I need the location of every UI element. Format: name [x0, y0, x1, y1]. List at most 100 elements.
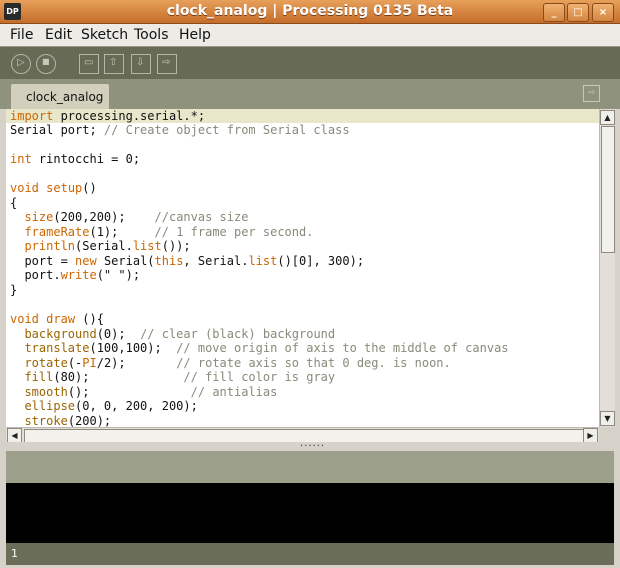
code-token: void: [10, 181, 39, 195]
open-icon: ⇧: [109, 57, 118, 68]
new-button[interactable]: ▭: [79, 54, 99, 74]
save-button[interactable]: ⇩: [131, 54, 151, 74]
code-comment: //canvas size: [154, 210, 249, 224]
scroll-right-arrow-icon[interactable]: ▶: [583, 428, 598, 443]
code-token: (-: [67, 356, 83, 370]
stop-button[interactable]: ■: [36, 54, 56, 74]
code-line-17: translate(100,100); // move origin of ax…: [10, 341, 509, 355]
run-button[interactable]: ▷: [11, 54, 31, 74]
tab-menu-arrow-icon[interactable]: ⇨: [583, 85, 600, 102]
processing-window: DP clock_analog | Processing 0135 Beta _…: [0, 0, 620, 568]
tab-strip: clock_analog ⇨: [0, 79, 620, 109]
code-line-18: rotate(-PI/2); // rotate axis so that 0 …: [10, 356, 450, 370]
code-token: ellipse: [24, 399, 76, 413]
code-token: , Serial.: [183, 254, 249, 268]
new-file-icon: ▭: [84, 57, 94, 68]
code-token: port.: [10, 268, 61, 282]
code-token: write: [60, 268, 97, 282]
console-output[interactable]: [6, 483, 614, 543]
stop-icon: ■: [42, 57, 50, 66]
code-token: ());: [161, 239, 191, 253]
code-token: new: [75, 254, 97, 268]
code-token: /2);: [96, 356, 177, 370]
scrollbar-corner: [599, 427, 614, 442]
code-token: list: [132, 239, 162, 253]
code-token: mport: [17, 109, 54, 123]
code-line-8: size(200,200); //canvas size: [10, 210, 248, 224]
code-token: size: [24, 210, 54, 224]
code-token: (100,100);: [89, 341, 177, 355]
code-token: rintocchi = 0;: [31, 152, 141, 166]
code-line-12: port.write(" ");: [10, 268, 140, 282]
line-number-indicator: 1: [11, 547, 18, 560]
code-line-16: background(0); // clear (black) backgrou…: [10, 327, 335, 341]
menu-help[interactable]: Help: [179, 27, 211, 43]
code-line-6: void setup(): [10, 181, 97, 195]
menu-file[interactable]: File: [10, 27, 33, 43]
toolbar: ▷ ■ ▭ ⇧ ⇩ ⇨: [0, 46, 620, 80]
code-token: background: [24, 327, 97, 341]
code-token: PI: [82, 356, 97, 370]
code-comment: // move origin of axis to the middle of …: [176, 341, 509, 355]
code-token: (200,200);: [53, 210, 155, 224]
menu-edit[interactable]: Edit: [45, 27, 72, 43]
minimize-button[interactable]: _: [543, 3, 565, 22]
title-bar[interactable]: DP clock_analog | Processing 0135 Beta _…: [0, 0, 620, 24]
code-line-20: smooth(); // antialias: [10, 385, 277, 399]
code-line-15: void draw (){: [10, 312, 104, 326]
code-token: ()[0], 300);: [277, 254, 365, 268]
menu-bar: File Edit Sketch Tools Help: [0, 24, 620, 46]
tab-label: clock_analog: [26, 90, 104, 104]
code-line-10: println(Serial.list());: [10, 239, 191, 253]
window-title: clock_analog | Processing 0135 Beta: [166, 3, 454, 19]
code-token: println: [24, 239, 76, 253]
status-bar: 1: [6, 543, 614, 565]
split-divider[interactable]: ......: [0, 438, 620, 451]
scroll-up-arrow-icon[interactable]: ▲: [600, 110, 615, 125]
scroll-down-arrow-icon[interactable]: ▼: [600, 411, 615, 426]
maximize-button[interactable]: □: [567, 3, 589, 22]
vertical-scrollbar[interactable]: ▲ ▼: [599, 109, 615, 427]
code-editor[interactable]: import processing.serial.*; Serial port;…: [6, 109, 599, 427]
divider-grip-icon[interactable]: ......: [300, 438, 325, 449]
code-token: (){: [75, 312, 104, 326]
code-comment: // fill color is gray: [183, 370, 336, 384]
code-token: (200);: [67, 414, 112, 427]
open-button[interactable]: ⇧: [104, 54, 124, 74]
code-token: (Serial.: [75, 239, 133, 253]
code-line-9: frameRate(1); // 1 frame per second.: [10, 225, 313, 239]
code-comment: // Create object from Serial class: [103, 123, 350, 137]
scroll-left-arrow-icon[interactable]: ◀: [7, 428, 22, 443]
tab-clock-analog[interactable]: clock_analog: [11, 84, 109, 109]
code-token: (1);: [89, 225, 155, 239]
code-token: translate: [24, 341, 90, 355]
menu-tools[interactable]: Tools: [134, 27, 169, 43]
code-token: fill: [24, 370, 54, 384]
code-line-11: port = new Serial(this, Serial.list()[0]…: [10, 254, 364, 268]
code-line-19: fill(80); // fill color is gray: [10, 370, 335, 384]
code-comment: // antialias: [190, 385, 278, 399]
code-line-22: stroke(200);: [10, 414, 111, 427]
code-token: port =: [10, 254, 76, 268]
code-line-2: Serial port; // Create object from Seria…: [10, 123, 350, 137]
code-token: void: [10, 312, 39, 326]
close-button[interactable]: ×: [592, 3, 614, 22]
code-token: draw: [46, 312, 76, 326]
vertical-scroll-thumb[interactable]: [601, 126, 615, 253]
code-token: (0);: [96, 327, 141, 341]
code-line-1: import processing.serial.*;: [6, 109, 599, 123]
export-button[interactable]: ⇨: [157, 54, 177, 74]
code-comment: // 1 frame per second.: [154, 225, 314, 239]
message-area: [6, 451, 614, 483]
code-token: Serial(: [96, 254, 155, 268]
code-token: frameRate: [24, 225, 90, 239]
menu-sketch[interactable]: Sketch: [81, 27, 128, 43]
